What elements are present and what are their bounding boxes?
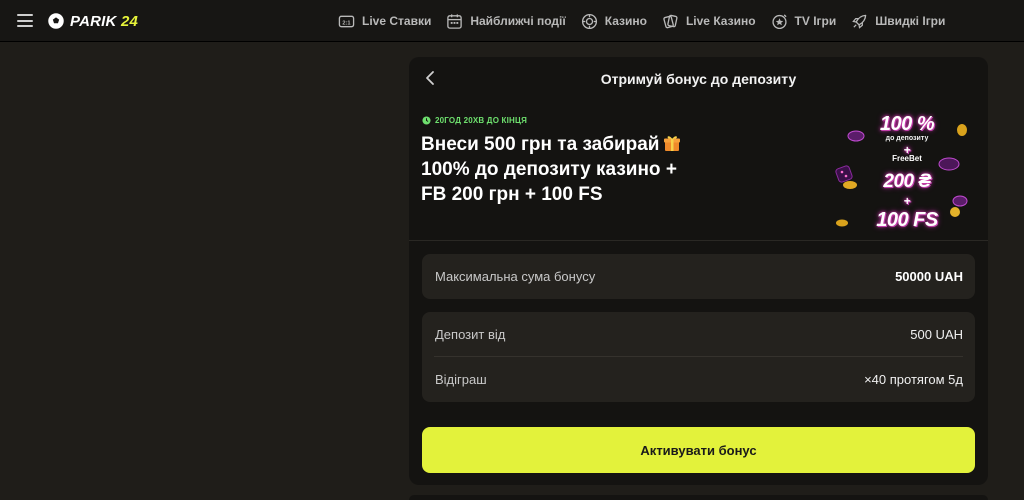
- promo-freebet: FreeBet: [892, 154, 922, 163]
- deposit-label: Депозит від: [435, 327, 506, 342]
- bonus-headline: Внеси 500 грн та забирай 100% до депозит…: [421, 132, 721, 207]
- promo-percent: 100 %: [879, 113, 935, 135]
- tv-games-icon: [771, 13, 787, 29]
- top-bar: PARIK 24 2:1 Live Ставки Найближчі події…: [0, 0, 1024, 42]
- wager-value: ×40 протягом 5д: [864, 372, 963, 387]
- cards-icon: [663, 14, 678, 28]
- timer-text: 20ГОД 20ХВ ДО КІНЦЯ: [435, 116, 528, 125]
- logo[interactable]: PARIK 24: [47, 11, 138, 31]
- card-title: Отримуй бонус до депозиту: [600, 71, 797, 87]
- headline-line: 100% до депозиту казино +: [421, 159, 677, 180]
- promo-deposit: до депозиту: [885, 135, 929, 142]
- calendar-icon: [447, 13, 463, 29]
- menu-icon[interactable]: [17, 14, 33, 27]
- terms-box: Депозит від 500 UAH Відіграш ×40 протяго…: [422, 312, 975, 402]
- promo-free-spins: 100 FS: [876, 209, 938, 231]
- nav-label: Найближчі події: [470, 14, 566, 28]
- deposit-value: 500 UAH: [910, 327, 963, 342]
- max-bonus-row: Максимальна сума бонусу 50000 UAH: [422, 254, 975, 299]
- logo-ball-icon: [47, 12, 65, 30]
- deposit-row: Депозит від 500 UAH: [422, 312, 975, 357]
- nav-label: Live Казино: [685, 14, 756, 28]
- max-bonus-box: Максимальна сума бонусу 50000 UAH: [422, 254, 975, 299]
- nav-live-casino[interactable]: Live Казино: [662, 13, 756, 30]
- countdown-timer: 20ГОД 20ХВ ДО КІНЦЯ: [422, 116, 527, 125]
- nav-casino[interactable]: Казино: [581, 13, 647, 30]
- bonus-card: Отримуй бонус до депозиту 20ГОД 20ХВ ДО …: [409, 57, 988, 485]
- svg-text:2:1: 2:1: [342, 20, 350, 26]
- divider: [409, 240, 988, 241]
- main-nav: 2:1 Live Ставки Найближчі події Казино L…: [338, 0, 960, 42]
- next-card-edge: [409, 495, 988, 500]
- logo-text: PARIK 24: [70, 12, 139, 30]
- nav-upcoming-events[interactable]: Найближчі події: [446, 13, 566, 30]
- wager-row: Відіграш ×40 протягом 5д: [422, 357, 975, 402]
- nav-tv-games[interactable]: TV Ігри: [771, 13, 837, 30]
- nav-label: Швидкі Ігри: [875, 14, 946, 28]
- nav-fast-games[interactable]: Швидкі Ігри: [851, 13, 945, 30]
- nav-label: Казино: [604, 14, 647, 28]
- activate-bonus-button[interactable]: Активувати бонус: [422, 427, 975, 473]
- headline-line: Внеси 500 грн та забирай: [421, 134, 660, 155]
- max-bonus-value: 50000 UAH: [895, 269, 963, 284]
- max-bonus-label: Максимальна сума бонусу: [435, 269, 596, 284]
- gift-icon: [664, 136, 681, 151]
- clock-icon: [422, 116, 431, 125]
- headline-line: FB 200 грн + 100 FS: [421, 184, 603, 205]
- wager-label: Відіграш: [435, 372, 487, 387]
- casino-chip-icon: [581, 13, 597, 29]
- nav-label: TV Ігри: [794, 14, 837, 28]
- dice-icon: [835, 165, 853, 183]
- live-bets-icon: 2:1: [338, 15, 355, 27]
- promo-plus: +: [903, 194, 911, 208]
- nav-live-bets[interactable]: 2:1 Live Ставки: [338, 13, 431, 30]
- promo-fb-amount: 200 ₴: [883, 171, 931, 192]
- nav-label: Live Ставки: [362, 14, 432, 28]
- rocket-icon: [852, 14, 867, 29]
